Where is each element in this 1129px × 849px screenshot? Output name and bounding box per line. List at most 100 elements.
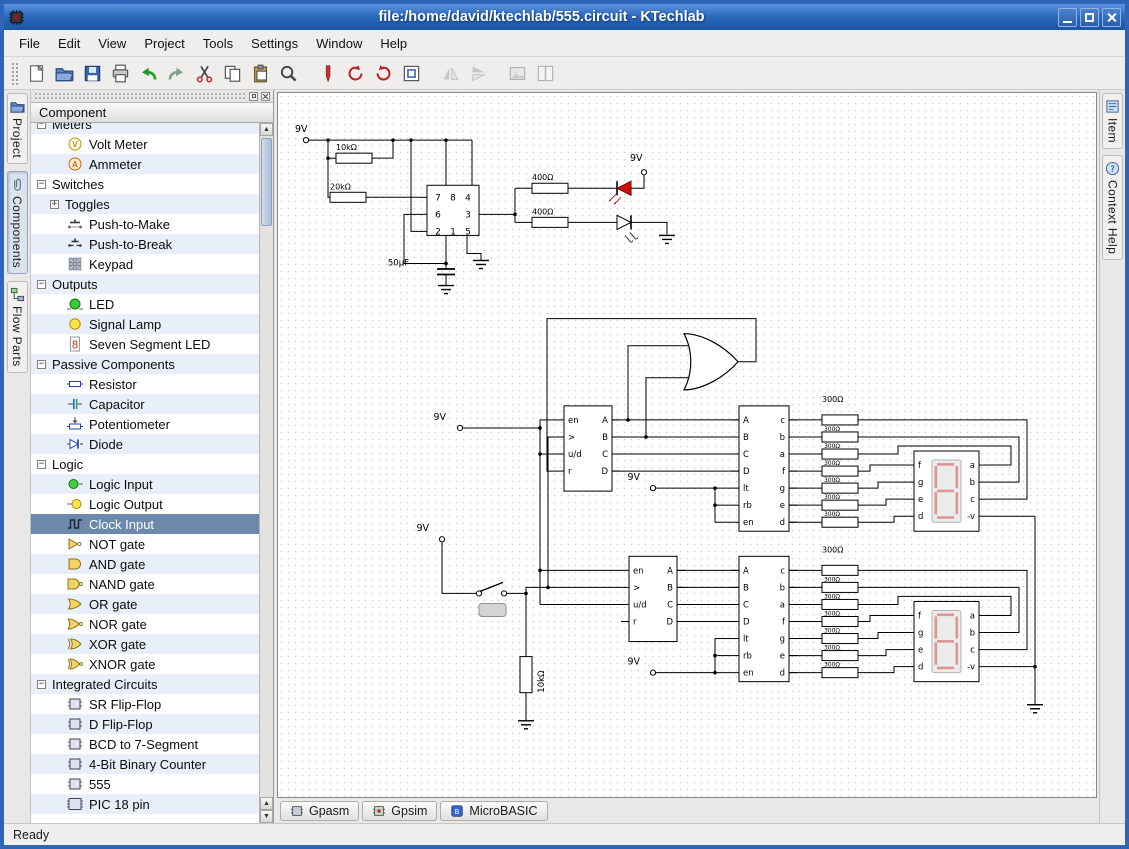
tree-item-seven-segment-led[interactable]: 8Seven Segment LED (31, 334, 259, 354)
pin[interactable] (650, 670, 655, 675)
circuit-canvas[interactable]: 9V10kΩ20kΩ7846321550µF400Ω400Ω9V9V9V10kΩ… (277, 92, 1097, 798)
resistor[interactable] (336, 153, 372, 163)
expander-minus-icon[interactable]: − (37, 360, 46, 369)
tree-item-d-flip-flop[interactable]: D Flip-Flop (31, 714, 259, 734)
wire[interactable] (628, 346, 688, 420)
wire[interactable] (372, 140, 393, 158)
resistor[interactable] (822, 582, 858, 592)
tree-item-logic-input[interactable]: Logic Input (31, 474, 259, 494)
tree-item-555[interactable]: 555 (31, 774, 259, 794)
tree-item-push-to-break[interactable]: Push-to-Break (31, 234, 259, 254)
tree-category-logic[interactable]: −Logic (31, 454, 259, 474)
tree-item-potentiometer[interactable]: Potentiometer (31, 414, 259, 434)
tab-context-help[interactable]: ?Context Help (1102, 155, 1123, 260)
toolbar-rotate-ccw-button[interactable] (342, 60, 369, 87)
toolbar-paste-button[interactable] (247, 60, 274, 87)
tab-item[interactable]: Item (1102, 93, 1123, 149)
wire[interactable] (858, 667, 906, 673)
expander-minus-icon[interactable]: − (37, 280, 46, 289)
resistor[interactable] (532, 217, 568, 227)
tree-item-pic-18-pin[interactable]: PIC 18 pin (31, 794, 259, 814)
wire[interactable] (858, 499, 906, 505)
expander-minus-icon[interactable]: − (37, 123, 46, 129)
tree-item-xor-gate[interactable]: XOR gate (31, 634, 259, 654)
tree-category-meters[interactable]: −Meters (31, 123, 259, 134)
expander-minus-icon[interactable]: − (37, 180, 46, 189)
toolbar-print-button[interactable] (107, 60, 134, 87)
tree-item-sr-flip-flop[interactable]: SR Flip-Flop (31, 694, 259, 714)
menu-edit[interactable]: Edit (49, 32, 89, 55)
expander-minus-icon[interactable]: − (37, 680, 46, 689)
tree-item-signal-lamp[interactable]: Signal Lamp (31, 314, 259, 334)
scroll-up-button[interactable]: ▲ (260, 123, 273, 136)
resistor[interactable] (822, 651, 858, 661)
tree-item-clock-input[interactable]: Clock Input (31, 514, 259, 534)
resistor[interactable] (822, 415, 858, 425)
resistor[interactable] (822, 500, 858, 510)
tab-gpasm[interactable]: Gpasm (280, 801, 359, 821)
resistor[interactable] (822, 616, 858, 626)
tree-item-xnor-gate[interactable]: XNOR gate (31, 654, 259, 674)
pin[interactable] (439, 537, 444, 542)
menu-project[interactable]: Project (135, 32, 193, 55)
titlebar[interactable]: file:/home/david/ktechlab/555.circuit - … (4, 4, 1125, 30)
tab-project[interactable]: Project (7, 93, 28, 164)
toolbar-open-button[interactable] (51, 60, 78, 87)
resistor[interactable] (822, 634, 858, 644)
wire[interactable] (858, 482, 906, 488)
tree-item-nand-gate[interactable]: NAND gate (31, 574, 259, 594)
wire[interactable] (858, 516, 906, 522)
tab-flow-parts[interactable]: Flow Parts (7, 281, 28, 373)
toolbar-canvas-size-button[interactable] (398, 60, 425, 87)
wire[interactable] (467, 243, 481, 260)
tree-item-logic-output[interactable]: Logic Output (31, 494, 259, 514)
wire[interactable] (631, 175, 644, 188)
wire[interactable] (858, 633, 906, 639)
menu-window[interactable]: Window (307, 32, 371, 55)
menu-file[interactable]: File (10, 32, 49, 55)
resistor[interactable] (520, 657, 532, 693)
maximize-button[interactable] (1080, 8, 1099, 27)
menu-settings[interactable]: Settings (242, 32, 307, 55)
resistor[interactable] (822, 466, 858, 476)
pin[interactable] (303, 138, 308, 143)
minimize-button[interactable] (1058, 8, 1077, 27)
tree-item-and-gate[interactable]: AND gate (31, 554, 259, 574)
tree-item-keypad[interactable]: Keypad (31, 254, 259, 274)
tab-microbasic[interactable]: BMicroBASIC (440, 801, 547, 821)
tree-item-ammeter[interactable]: AAmmeter (31, 154, 259, 174)
panel-grip-icon[interactable] (34, 92, 246, 100)
tree-item-push-to-make[interactable]: Push-to-Make (31, 214, 259, 234)
resistor[interactable] (532, 183, 568, 193)
wire[interactable] (480, 582, 503, 591)
tree-item-bcd-to-7-segment[interactable]: BCD to 7-Segment (31, 734, 259, 754)
tree-item-not-gate[interactable]: NOT gate (31, 534, 259, 554)
pin[interactable] (457, 425, 462, 430)
toolbar-redo-button[interactable] (163, 60, 190, 87)
resistor[interactable] (822, 565, 858, 575)
tree-item-4-bit-binary-counter[interactable]: 4-Bit Binary Counter (31, 754, 259, 774)
tree-item-nor-gate[interactable]: NOR gate (31, 614, 259, 634)
tab-gpsim[interactable]: Gpsim (362, 801, 437, 821)
tree-item-diode[interactable]: Diode (31, 434, 259, 454)
tree-category-switches[interactable]: −Switches (31, 174, 259, 194)
tree-item-or-gate[interactable]: OR gate (31, 594, 259, 614)
wire[interactable] (858, 615, 906, 621)
menu-view[interactable]: View (89, 32, 135, 55)
tree-item-resistor[interactable]: Resistor (31, 374, 259, 394)
toolbar-handle[interactable] (10, 61, 18, 85)
tab-components[interactable]: Components (7, 171, 28, 274)
resistor[interactable] (822, 517, 858, 527)
tree-scrollbar[interactable]: ▲ ▲ ▼ (259, 123, 273, 823)
tree-item-capacitor[interactable]: Capacitor (31, 394, 259, 414)
wire[interactable] (646, 378, 688, 437)
scroll-up-button-2[interactable]: ▲ (260, 797, 273, 810)
led-red[interactable] (617, 181, 631, 195)
resistor[interactable] (822, 668, 858, 678)
panel-float-button[interactable] (249, 92, 258, 101)
resistor[interactable] (822, 449, 858, 459)
wire[interactable] (858, 650, 906, 656)
menu-tools[interactable]: Tools (194, 32, 242, 55)
wire[interactable] (411, 140, 419, 231)
panel-header[interactable] (31, 90, 273, 102)
